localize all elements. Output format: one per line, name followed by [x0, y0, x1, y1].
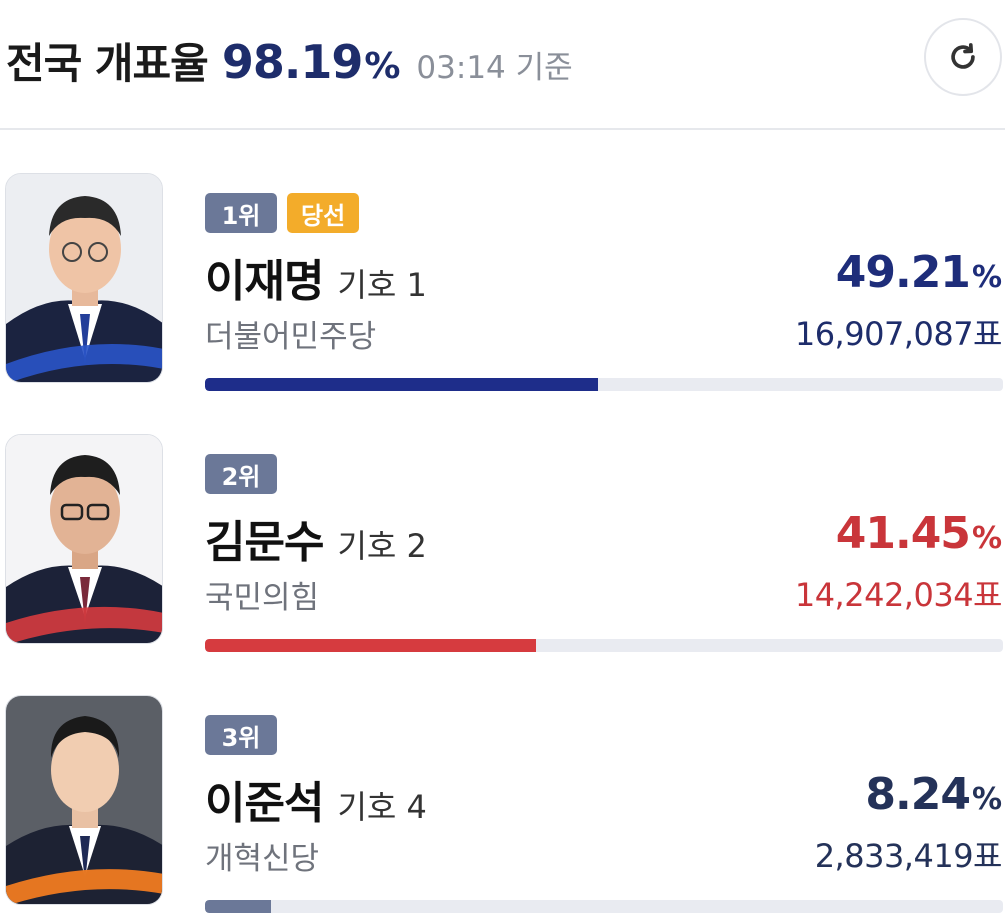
- rank-badge: 3위: [205, 715, 277, 755]
- candidate-number: 기호 2: [337, 527, 427, 565]
- candidate-photo: [5, 434, 163, 644]
- refresh-button[interactable]: [924, 18, 1002, 96]
- vote-percentage: 41.45 %: [836, 508, 1002, 559]
- candidate-card[interactable]: 3위 이준석 기호 4 개혁신당 8.24 % 2,833,419표: [0, 695, 1005, 918]
- vote-percentage-sign: %: [971, 260, 1002, 295]
- candidate-card[interactable]: 2위 김문수 기호 2 국민의힘 41.45 % 14,242,034표: [0, 434, 1005, 664]
- vote-percentage-sign: %: [971, 782, 1002, 817]
- counting-rate-title: 전국 개표율 98.19 % 03:14 기준: [6, 30, 573, 91]
- vote-progress-bar: [205, 900, 1003, 913]
- candidate-photo: [5, 695, 163, 905]
- vote-percentage-value: 49.21: [835, 247, 971, 298]
- vote-progress-bar: [205, 639, 1003, 652]
- party-name: 더불어민주당: [205, 319, 377, 355]
- candidate-badges: 2위: [205, 454, 277, 494]
- vote-progress-bar: [205, 378, 1003, 391]
- vote-percentage: 49.21 %: [836, 247, 1002, 298]
- candidate-number: 기호 1: [337, 266, 427, 304]
- candidate-name: 이준석: [205, 778, 324, 829]
- candidate-name-line: 이준석 기호 4: [205, 767, 427, 831]
- refresh-icon: [951, 43, 975, 69]
- vote-count: 16,907,087표: [794, 315, 1003, 353]
- candidate-badges: 3위: [205, 715, 277, 755]
- vote-percentage-value: 8.24: [865, 769, 971, 820]
- candidate-name: 김문수: [205, 517, 324, 568]
- candidate-badges: 1위 당선: [205, 193, 360, 233]
- counting-rate-label: 전국 개표율: [6, 39, 209, 88]
- vote-count: 14,242,034표: [794, 576, 1003, 614]
- rank-badge: 2위: [205, 454, 277, 494]
- rank-badge: 1위: [205, 193, 277, 233]
- winner-badge: 당선: [287, 193, 360, 233]
- vote-count: 2,833,419표: [814, 837, 1003, 875]
- party-name: 국민의힘: [205, 580, 320, 616]
- vote-progress-fill: [205, 639, 536, 652]
- vote-percentage: 8.24 %: [865, 769, 1002, 820]
- vote-percentage-sign: %: [971, 521, 1002, 556]
- party-name: 개혁신당: [205, 841, 320, 877]
- counting-rate-percent-sign: %: [364, 46, 401, 87]
- results-header: 전국 개표율 98.19 % 03:14 기준: [0, 0, 1005, 130]
- update-time: 03:14 기준: [416, 50, 573, 86]
- candidate-card[interactable]: 1위 당선 이재명 기호 1 더불어민주당 49.21 % 16,907,087…: [0, 173, 1005, 403]
- candidate-name-line: 이재명 기호 1: [205, 245, 427, 309]
- candidate-name: 이재명: [205, 256, 324, 307]
- counting-rate-value: 98.19: [221, 35, 364, 89]
- vote-progress-fill: [205, 900, 271, 913]
- candidate-name-line: 김문수 기호 2: [205, 506, 427, 570]
- vote-progress-fill: [205, 378, 598, 391]
- vote-percentage-value: 41.45: [835, 508, 971, 559]
- candidate-photo: [5, 173, 163, 383]
- candidate-number: 기호 4: [337, 788, 427, 826]
